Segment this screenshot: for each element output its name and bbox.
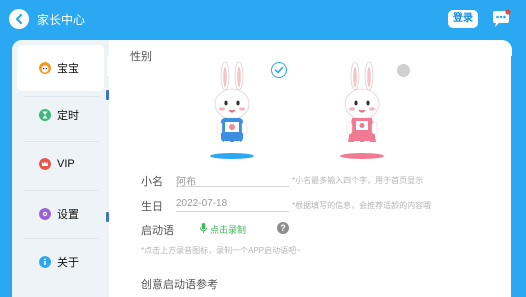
sidebar-item-label: 关于	[57, 257, 79, 269]
sidebar-item-label: 设置	[57, 209, 79, 221]
gender-label: 性别	[130, 51, 152, 63]
login-button[interactable]: 登录	[448, 10, 478, 28]
sidebar-item-vip[interactable]: VIP	[17, 141, 104, 187]
top-bar: 家长中心 登录	[0, 0, 526, 40]
gender-boy-radio[interactable]	[271, 62, 287, 78]
sidebar-item-label: 宝宝	[57, 63, 79, 75]
nickname-label: 小名	[141, 176, 163, 188]
hourglass-icon	[39, 109, 51, 121]
record-button[interactable]: 点击录制	[210, 223, 246, 236]
scroll-edge	[511, 56, 526, 297]
profile-form: 性别 小名 阿布 *小名最多输入四个字，用于首页显示 生日 2022-07-18…	[109, 40, 512, 297]
back-button[interactable]	[9, 9, 29, 29]
nickname-hint: *小名最多输入四个字，用于首页显示	[292, 176, 424, 185]
boy-bunny-avatar[interactable]	[207, 62, 257, 162]
gear-icon	[39, 208, 51, 220]
page-title: 家长中心	[37, 13, 86, 27]
info-icon	[39, 256, 51, 268]
sidebar-item-about[interactable]: 关于	[17, 239, 104, 285]
nickname-input[interactable]: 阿布	[176, 173, 289, 188]
birthday-input[interactable]: 2022-07-18	[176, 198, 289, 212]
voice-label: 启动语	[141, 225, 174, 237]
creative-voice-label: 创意启动语参考	[141, 279, 218, 291]
birthday-label: 生日	[141, 201, 163, 213]
baby-face-icon	[39, 62, 51, 74]
chevron-left-icon	[15, 13, 23, 25]
chat-bubble-icon[interactable]	[490, 8, 512, 30]
sidebar-item-timer[interactable]: 定时	[17, 92, 104, 138]
sidebar-item-baby[interactable]: 宝宝	[17, 45, 104, 91]
sidebar-item-label: 定时	[57, 110, 79, 122]
voice-hint: *点击上方录音图标，录制一个APP启动语吧~	[141, 246, 301, 255]
crown-icon	[39, 158, 51, 170]
sidebar-item-settings[interactable]: 设置	[17, 191, 104, 237]
mic-icon[interactable]	[199, 222, 208, 234]
sidebar-item-label: VIP	[57, 158, 75, 170]
help-icon[interactable]: ?	[277, 222, 289, 234]
main-panel: 宝宝 定时 VIP 设置 关于 性别 小名 阿布 *小名最多输入四个字，用于首页…	[12, 40, 512, 297]
gender-girl-radio[interactable]	[397, 64, 410, 77]
sidebar: 宝宝 定时 VIP 设置 关于	[12, 40, 111, 297]
girl-bunny-avatar[interactable]	[337, 62, 387, 162]
checkmark-icon	[274, 66, 283, 73]
birthday-hint: *根据填写的信息，会推荐适龄的内容哦	[292, 201, 432, 210]
